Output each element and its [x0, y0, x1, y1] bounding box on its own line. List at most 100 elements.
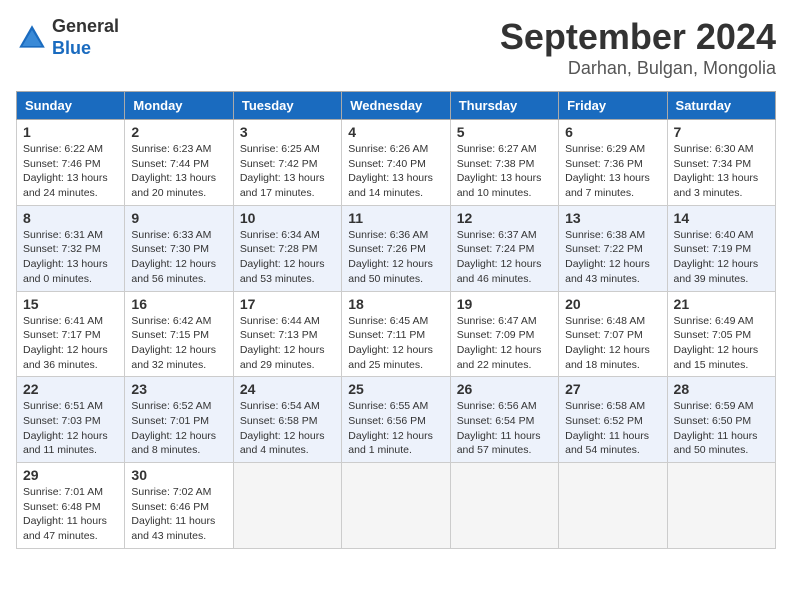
table-row: 15 Sunrise: 6:41 AMSunset: 7:17 PMDaylig… — [17, 291, 125, 377]
day-info: Sunrise: 6:58 AMSunset: 6:52 PMDaylight:… — [565, 399, 660, 458]
calendar-week-row: 1 Sunrise: 6:22 AMSunset: 7:46 PMDayligh… — [17, 120, 776, 206]
day-number: 16 — [131, 296, 226, 312]
col-thursday: Thursday — [450, 92, 558, 120]
table-row: 17 Sunrise: 6:44 AMSunset: 7:13 PMDaylig… — [233, 291, 341, 377]
calendar-week-row: 15 Sunrise: 6:41 AMSunset: 7:17 PMDaylig… — [17, 291, 776, 377]
table-row: 20 Sunrise: 6:48 AMSunset: 7:07 PMDaylig… — [559, 291, 667, 377]
day-info: Sunrise: 6:49 AMSunset: 7:05 PMDaylight:… — [674, 314, 769, 373]
table-row: 11 Sunrise: 6:36 AMSunset: 7:26 PMDaylig… — [342, 205, 450, 291]
day-number: 22 — [23, 381, 118, 397]
table-row: 18 Sunrise: 6:45 AMSunset: 7:11 PMDaylig… — [342, 291, 450, 377]
calendar-table: Sunday Monday Tuesday Wednesday Thursday… — [16, 91, 776, 549]
table-row: 5 Sunrise: 6:27 AMSunset: 7:38 PMDayligh… — [450, 120, 558, 206]
calendar-week-row: 29 Sunrise: 7:01 AMSunset: 6:48 PMDaylig… — [17, 463, 776, 549]
table-row: 29 Sunrise: 7:01 AMSunset: 6:48 PMDaylig… — [17, 463, 125, 549]
day-number: 15 — [23, 296, 118, 312]
day-number: 27 — [565, 381, 660, 397]
calendar-header-row: Sunday Monday Tuesday Wednesday Thursday… — [17, 92, 776, 120]
table-row: 26 Sunrise: 6:56 AMSunset: 6:54 PMDaylig… — [450, 377, 558, 463]
day-number: 11 — [348, 210, 443, 226]
location-title: Darhan, Bulgan, Mongolia — [500, 58, 776, 79]
col-wednesday: Wednesday — [342, 92, 450, 120]
day-info: Sunrise: 6:29 AMSunset: 7:36 PMDaylight:… — [565, 142, 660, 201]
table-row: 3 Sunrise: 6:25 AMSunset: 7:42 PMDayligh… — [233, 120, 341, 206]
day-info: Sunrise: 6:44 AMSunset: 7:13 PMDaylight:… — [240, 314, 335, 373]
table-row: 6 Sunrise: 6:29 AMSunset: 7:36 PMDayligh… — [559, 120, 667, 206]
day-number: 20 — [565, 296, 660, 312]
day-info: Sunrise: 6:52 AMSunset: 7:01 PMDaylight:… — [131, 399, 226, 458]
day-info: Sunrise: 6:33 AMSunset: 7:30 PMDaylight:… — [131, 228, 226, 287]
day-info: Sunrise: 6:23 AMSunset: 7:44 PMDaylight:… — [131, 142, 226, 201]
table-row: 8 Sunrise: 6:31 AMSunset: 7:32 PMDayligh… — [17, 205, 125, 291]
table-row — [450, 463, 558, 549]
day-info: Sunrise: 6:22 AMSunset: 7:46 PMDaylight:… — [23, 142, 118, 201]
table-row — [667, 463, 775, 549]
logo: General Blue — [16, 16, 119, 59]
day-info: Sunrise: 6:36 AMSunset: 7:26 PMDaylight:… — [348, 228, 443, 287]
col-monday: Monday — [125, 92, 233, 120]
day-number: 6 — [565, 124, 660, 140]
col-friday: Friday — [559, 92, 667, 120]
table-row: 10 Sunrise: 6:34 AMSunset: 7:28 PMDaylig… — [233, 205, 341, 291]
day-number: 1 — [23, 124, 118, 140]
day-number: 3 — [240, 124, 335, 140]
logo-blue-text: Blue — [52, 38, 119, 60]
table-row: 22 Sunrise: 6:51 AMSunset: 7:03 PMDaylig… — [17, 377, 125, 463]
table-row: 28 Sunrise: 6:59 AMSunset: 6:50 PMDaylig… — [667, 377, 775, 463]
table-row: 19 Sunrise: 6:47 AMSunset: 7:09 PMDaylig… — [450, 291, 558, 377]
col-saturday: Saturday — [667, 92, 775, 120]
day-info: Sunrise: 6:25 AMSunset: 7:42 PMDaylight:… — [240, 142, 335, 201]
day-number: 23 — [131, 381, 226, 397]
day-info: Sunrise: 6:56 AMSunset: 6:54 PMDaylight:… — [457, 399, 552, 458]
day-number: 24 — [240, 381, 335, 397]
day-number: 26 — [457, 381, 552, 397]
day-number: 18 — [348, 296, 443, 312]
day-info: Sunrise: 6:30 AMSunset: 7:34 PMDaylight:… — [674, 142, 769, 201]
day-number: 10 — [240, 210, 335, 226]
day-info: Sunrise: 6:54 AMSunset: 6:58 PMDaylight:… — [240, 399, 335, 458]
day-number: 25 — [348, 381, 443, 397]
title-section: September 2024 Darhan, Bulgan, Mongolia — [500, 16, 776, 79]
day-number: 14 — [674, 210, 769, 226]
day-info: Sunrise: 6:41 AMSunset: 7:17 PMDaylight:… — [23, 314, 118, 373]
day-info: Sunrise: 6:59 AMSunset: 6:50 PMDaylight:… — [674, 399, 769, 458]
day-number: 30 — [131, 467, 226, 483]
day-info: Sunrise: 6:27 AMSunset: 7:38 PMDaylight:… — [457, 142, 552, 201]
table-row: 13 Sunrise: 6:38 AMSunset: 7:22 PMDaylig… — [559, 205, 667, 291]
day-number: 13 — [565, 210, 660, 226]
day-number: 17 — [240, 296, 335, 312]
day-info: Sunrise: 6:45 AMSunset: 7:11 PMDaylight:… — [348, 314, 443, 373]
day-info: Sunrise: 7:01 AMSunset: 6:48 PMDaylight:… — [23, 485, 118, 544]
table-row: 16 Sunrise: 6:42 AMSunset: 7:15 PMDaylig… — [125, 291, 233, 377]
day-info: Sunrise: 7:02 AMSunset: 6:46 PMDaylight:… — [131, 485, 226, 544]
day-number: 12 — [457, 210, 552, 226]
table-row: 23 Sunrise: 6:52 AMSunset: 7:01 PMDaylig… — [125, 377, 233, 463]
day-info: Sunrise: 6:42 AMSunset: 7:15 PMDaylight:… — [131, 314, 226, 373]
day-number: 9 — [131, 210, 226, 226]
table-row: 7 Sunrise: 6:30 AMSunset: 7:34 PMDayligh… — [667, 120, 775, 206]
day-info: Sunrise: 6:26 AMSunset: 7:40 PMDaylight:… — [348, 142, 443, 201]
day-info: Sunrise: 6:34 AMSunset: 7:28 PMDaylight:… — [240, 228, 335, 287]
table-row — [342, 463, 450, 549]
col-tuesday: Tuesday — [233, 92, 341, 120]
table-row: 14 Sunrise: 6:40 AMSunset: 7:19 PMDaylig… — [667, 205, 775, 291]
day-info: Sunrise: 6:38 AMSunset: 7:22 PMDaylight:… — [565, 228, 660, 287]
table-row: 24 Sunrise: 6:54 AMSunset: 6:58 PMDaylig… — [233, 377, 341, 463]
logo-text: General Blue — [52, 16, 119, 59]
table-row: 4 Sunrise: 6:26 AMSunset: 7:40 PMDayligh… — [342, 120, 450, 206]
month-title: September 2024 — [500, 16, 776, 58]
day-number: 29 — [23, 467, 118, 483]
day-number: 5 — [457, 124, 552, 140]
day-info: Sunrise: 6:40 AMSunset: 7:19 PMDaylight:… — [674, 228, 769, 287]
table-row: 9 Sunrise: 6:33 AMSunset: 7:30 PMDayligh… — [125, 205, 233, 291]
day-info: Sunrise: 6:55 AMSunset: 6:56 PMDaylight:… — [348, 399, 443, 458]
col-sunday: Sunday — [17, 92, 125, 120]
table-row: 30 Sunrise: 7:02 AMSunset: 6:46 PMDaylig… — [125, 463, 233, 549]
logo-icon — [16, 22, 48, 54]
day-info: Sunrise: 6:47 AMSunset: 7:09 PMDaylight:… — [457, 314, 552, 373]
day-number: 28 — [674, 381, 769, 397]
day-number: 8 — [23, 210, 118, 226]
page-header: General Blue September 2024 Darhan, Bulg… — [16, 16, 776, 79]
day-info: Sunrise: 6:31 AMSunset: 7:32 PMDaylight:… — [23, 228, 118, 287]
day-number: 21 — [674, 296, 769, 312]
